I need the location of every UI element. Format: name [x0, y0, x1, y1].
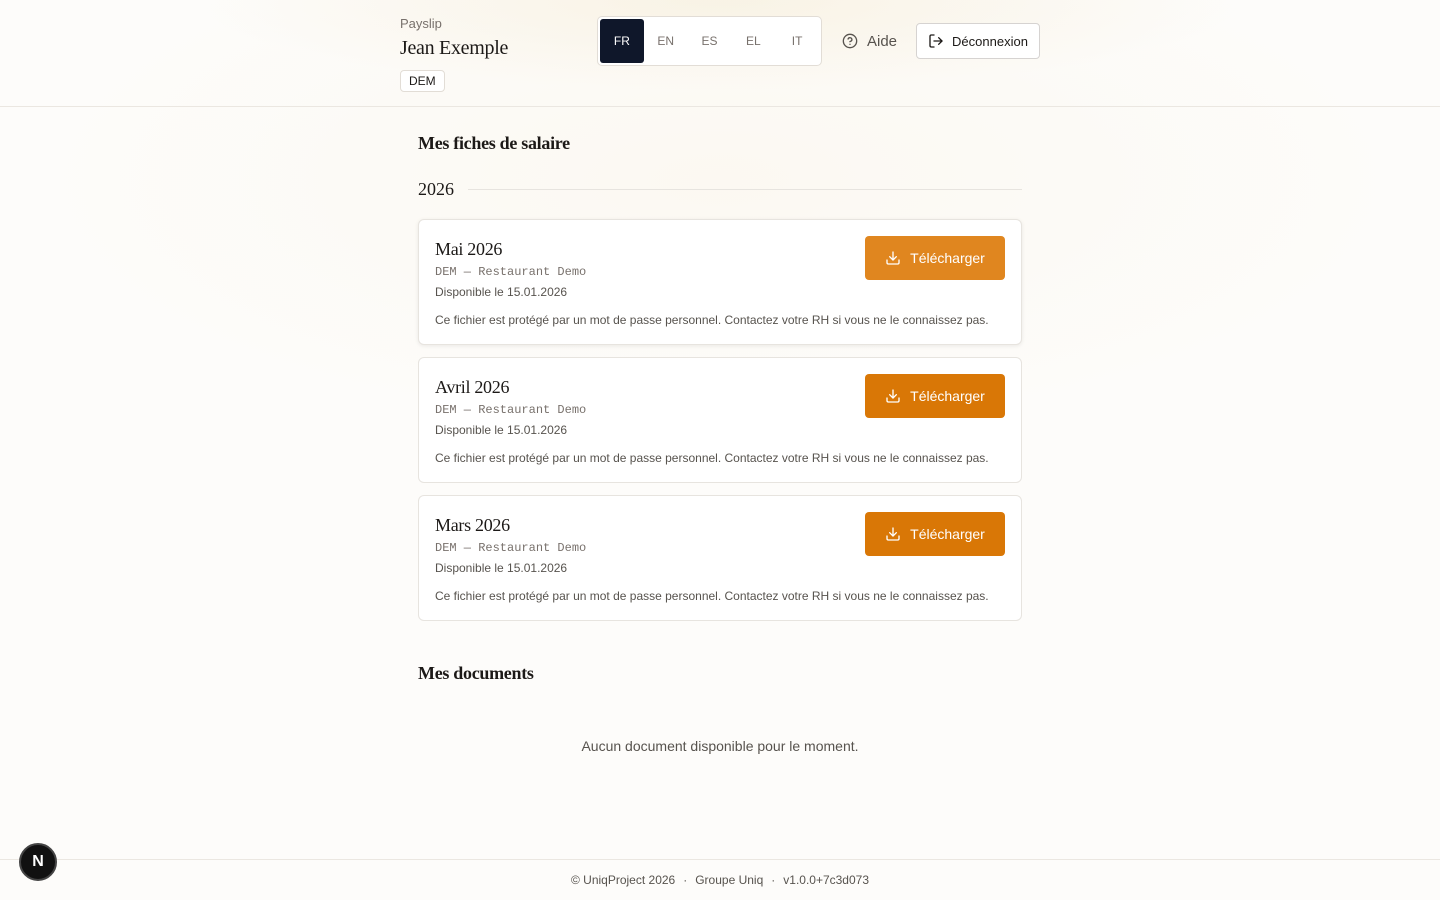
- year-label: 2026: [418, 178, 454, 199]
- footer-separator: ·: [683, 873, 688, 887]
- logout-button[interactable]: Déconnexion: [916, 23, 1040, 59]
- company-badge: DEM: [400, 70, 445, 92]
- top-header: Payslip Jean Exemple DEM FR EN ES EL IT …: [0, 0, 1440, 107]
- lang-button-el[interactable]: EL: [731, 19, 775, 63]
- footer-separator: ·: [771, 873, 776, 887]
- payslip-available-date: Disponible le 15.01.2026: [435, 561, 568, 575]
- lang-button-en[interactable]: EN: [644, 19, 688, 63]
- download-button[interactable]: Télécharger: [865, 236, 1005, 280]
- brand-block: Payslip Jean Exemple DEM: [400, 16, 508, 92]
- logout-icon: [928, 33, 944, 49]
- download-label: Télécharger: [910, 526, 985, 542]
- lang-button-es[interactable]: ES: [688, 19, 732, 63]
- documents-empty-message: Aucun document disponible pour le moment…: [581, 738, 859, 754]
- payslips-section-title: Mes fiches de salaire: [418, 133, 570, 153]
- language-switcher: FR EN ES EL IT: [597, 16, 822, 66]
- payslip-password-note: Ce fichier est protégé par un mot de pas…: [435, 313, 989, 327]
- payslip-password-note: Ce fichier est protégé par un mot de pas…: [435, 451, 989, 465]
- help-label: Aide: [867, 32, 898, 50]
- app-name: Payslip: [400, 16, 442, 31]
- download-icon: [885, 388, 901, 404]
- logout-label: Déconnexion: [952, 33, 1028, 49]
- help-circle-icon: [842, 33, 858, 49]
- download-button[interactable]: Télécharger: [865, 512, 1005, 556]
- download-icon: [885, 526, 901, 542]
- page-footer: © UniqProject 2026 · Groupe Uniq · v1.0.…: [0, 859, 1440, 900]
- divider-line: [468, 188, 1022, 190]
- payslip-card: Mars 2026 DEM — Restaurant Demo Disponib…: [418, 495, 1022, 621]
- payslip-available-date: Disponible le 15.01.2026: [435, 423, 568, 437]
- payslip-card: Avril 2026 DEM — Restaurant Demo Disponi…: [418, 357, 1022, 483]
- user-name: Jean Exemple: [400, 37, 509, 59]
- lang-button-it[interactable]: IT: [775, 19, 819, 63]
- payslip-card: Mai 2026 DEM — Restaurant Demo Disponibl…: [418, 219, 1022, 345]
- lang-button-fr[interactable]: FR: [600, 19, 644, 63]
- dev-tools-badge[interactable]: N: [19, 843, 57, 881]
- documents-section-title: Mes documents: [418, 663, 534, 683]
- download-label: Télécharger: [910, 250, 985, 266]
- footer-copyright: © UniqProject 2026: [570, 873, 676, 887]
- download-button[interactable]: Télécharger: [865, 374, 1005, 418]
- download-icon: [885, 250, 901, 266]
- help-link[interactable]: Aide: [842, 30, 897, 52]
- download-label: Télécharger: [910, 388, 985, 404]
- footer-group: Groupe Uniq: [695, 873, 764, 887]
- payslip-password-note: Ce fichier est protégé par un mot de pas…: [435, 589, 989, 603]
- footer-version: v1.0.0+7c3d073: [783, 873, 870, 887]
- year-divider: 2026: [418, 177, 1022, 201]
- payslip-available-date: Disponible le 15.01.2026: [435, 285, 568, 299]
